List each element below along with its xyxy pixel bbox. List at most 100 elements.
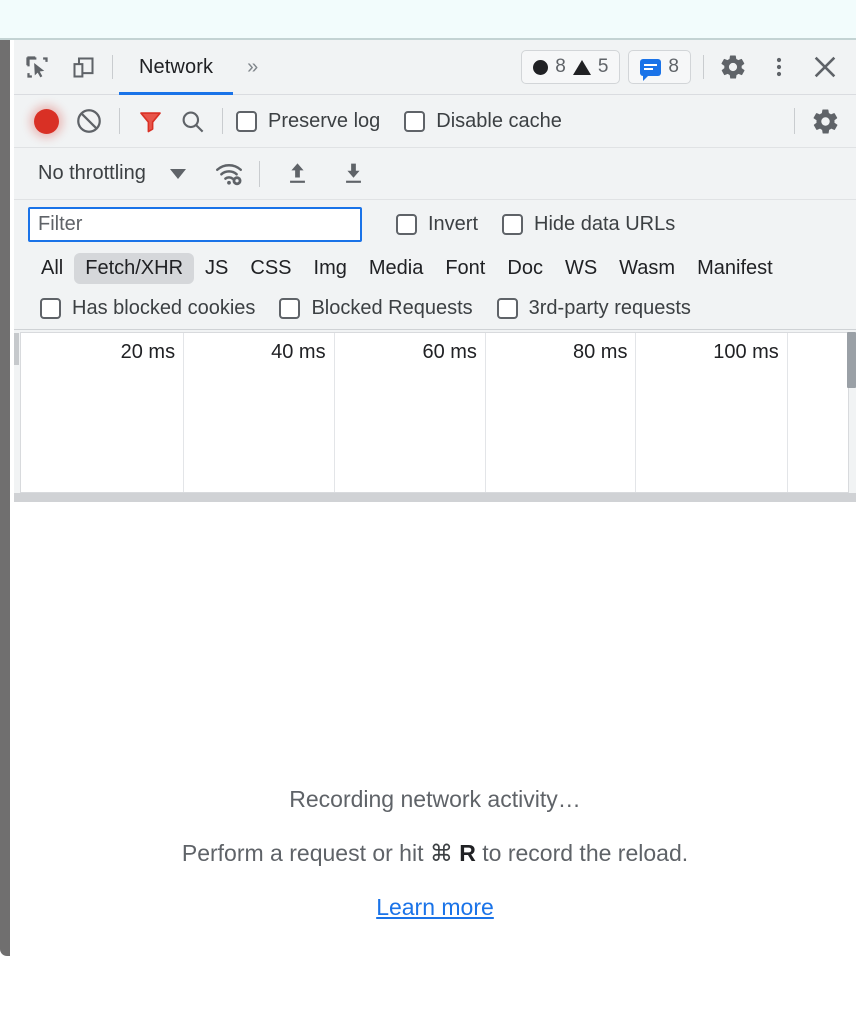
kebab-menu-icon[interactable]: [756, 44, 802, 90]
toolbar-divider-3: [794, 108, 795, 134]
throttle-divider: [258, 160, 260, 187]
overview-tick-label: 100 ms: [713, 341, 779, 363]
warning-count: 5: [597, 56, 609, 77]
type-filter-img[interactable]: Img: [303, 253, 358, 284]
type-filter-media[interactable]: Media: [358, 253, 434, 284]
disable-cache-label: Disable cache: [436, 109, 562, 132]
overview-tick-label: 80 ms: [572, 341, 628, 363]
throttling-toolbar: No throttling: [14, 148, 856, 200]
page-content-strip: [0, 0, 856, 40]
message-bubble-icon: [640, 58, 662, 81]
type-filter-ws[interactable]: WS: [554, 253, 608, 284]
filter-funnel-icon[interactable]: [129, 100, 171, 142]
type-filter-manifest[interactable]: Manifest: [686, 253, 784, 284]
hide-data-urls-box[interactable]: [502, 213, 524, 235]
third-party-requests-label: 3rd-party requests: [528, 297, 691, 319]
tab-network[interactable]: Network: [119, 40, 234, 95]
import-har-icon[interactable]: [277, 153, 319, 195]
more-tabs-label: »: [247, 55, 259, 78]
tabbar-divider-right: [703, 55, 704, 79]
empty-state-instruction: Perform a request or hit ⌘ R to record t…: [182, 840, 688, 867]
overview-resizer[interactable]: [14, 493, 856, 502]
gear-icon[interactable]: [710, 44, 756, 90]
invert-box[interactable]: [396, 213, 417, 235]
blocked-requests-checkbox[interactable]: Blocked Requests: [279, 297, 473, 320]
throttling-value: No throttling: [38, 162, 146, 184]
empty-state-title: Recording network activity…: [289, 786, 581, 812]
overview-canvas[interactable]: 20 ms 40 ms 60 ms 80 ms 100 ms: [20, 332, 849, 493]
overview-tick-label: 60 ms: [422, 341, 477, 363]
export-har-icon[interactable]: [333, 153, 375, 195]
message-count: 8: [668, 56, 679, 77]
resource-type-filters: All Fetch/XHR JS CSS Img Media Font Doc …: [14, 248, 856, 288]
toolbar-divider-1: [119, 108, 120, 134]
overview-scrollbar-thumb[interactable]: [847, 332, 856, 388]
instruction-before: Perform a request or hit: [181, 840, 430, 866]
reload-key: R: [459, 840, 476, 866]
tabbar-divider: [112, 55, 113, 79]
type-filter-wasm[interactable]: Wasm: [608, 253, 686, 284]
overview-gridline: [183, 333, 185, 492]
preserve-log-box[interactable]: [236, 110, 257, 132]
network-overview[interactable]: 20 ms 40 ms 60 ms 80 ms 100 ms: [14, 330, 856, 502]
devtools-screenshot: Network » 8 5 8 Preserve log Disable cac…: [0, 0, 856, 1016]
filter-input[interactable]: [28, 206, 362, 242]
filter-toolbar: Invert Hide data URLs: [14, 200, 856, 248]
inspect-element-icon[interactable]: [14, 44, 60, 90]
has-blocked-cookies-label: Has blocked cookies: [72, 297, 256, 319]
third-party-requests-box[interactable]: [496, 298, 518, 319]
request-filter-checkboxes: Has blocked cookies Blocked Requests 3rd…: [14, 288, 856, 330]
search-icon[interactable]: [171, 100, 213, 142]
disable-cache-checkbox[interactable]: Disable cache: [404, 110, 562, 133]
warning-triangle-icon: [572, 59, 591, 75]
overview-left-grip[interactable]: [14, 333, 19, 365]
disable-cache-box[interactable]: [404, 110, 426, 132]
device-toolbar-icon[interactable]: [60, 44, 106, 90]
devtools-window: Network » 8 5 8 Preserve log Disable cac…: [14, 40, 856, 1016]
type-filter-font[interactable]: Font: [434, 253, 496, 284]
issue-counters: 8 5 8: [521, 50, 691, 84]
hide-data-urls-label: Hide data URLs: [534, 212, 676, 235]
type-filter-all[interactable]: All: [30, 253, 74, 284]
clear-network-log-icon[interactable]: [68, 100, 110, 142]
type-filter-js[interactable]: JS: [194, 253, 239, 284]
learn-more-link[interactable]: Learn more: [376, 894, 494, 921]
more-tabs-chevron-icon[interactable]: »: [233, 40, 272, 95]
throttling-dropdown[interactable]: No throttling: [38, 162, 186, 185]
tab-network-label: Network: [139, 55, 214, 78]
error-warning-badge[interactable]: 8 5: [521, 50, 621, 84]
hide-data-urls-checkbox[interactable]: Hide data URLs: [502, 213, 675, 236]
type-filter-fetch-xhr[interactable]: Fetch/XHR: [74, 252, 195, 284]
overview-gridline: [333, 333, 335, 492]
record-button-icon[interactable]: [24, 99, 68, 143]
message-badge[interactable]: 8: [628, 50, 691, 84]
close-icon[interactable]: [802, 44, 848, 90]
has-blocked-cookies-box[interactable]: [40, 298, 61, 319]
preserve-log-label: Preserve log: [268, 109, 381, 132]
toolbar-divider-2: [222, 108, 223, 134]
chevron-down-icon[interactable]: [169, 168, 186, 179]
wifi-settings-icon[interactable]: [208, 153, 250, 195]
error-count: 8: [555, 56, 566, 77]
overview-gridline: [484, 333, 486, 492]
preserve-log-checkbox[interactable]: Preserve log: [236, 110, 380, 133]
request-list-empty-state: Recording network activity… Perform a re…: [14, 502, 856, 1016]
instruction-after: to record the reload.: [475, 840, 689, 866]
third-party-requests-checkbox[interactable]: 3rd-party requests: [496, 297, 691, 320]
overview-tick-label: 40 ms: [271, 341, 326, 363]
type-filter-css[interactable]: CSS: [239, 253, 302, 284]
invert-checkbox[interactable]: Invert: [396, 213, 478, 236]
record-indicator: [33, 108, 59, 134]
network-toolbar: Preserve log Disable cache: [14, 95, 856, 148]
devtools-tabbar: Network » 8 5 8: [14, 40, 856, 95]
empty-state-content: Recording network activity… Perform a re…: [14, 786, 856, 921]
invert-label: Invert: [428, 212, 479, 235]
has-blocked-cookies-checkbox[interactable]: Has blocked cookies: [40, 297, 255, 320]
overview-gridline: [635, 333, 637, 492]
command-key-symbol: ⌘: [429, 840, 453, 866]
blocked-requests-box[interactable]: [279, 298, 301, 319]
overview-gridline: [786, 333, 788, 492]
blocked-requests-label: Blocked Requests: [311, 297, 473, 319]
type-filter-doc[interactable]: Doc: [496, 253, 554, 284]
network-settings-gear-icon[interactable]: [804, 100, 846, 142]
